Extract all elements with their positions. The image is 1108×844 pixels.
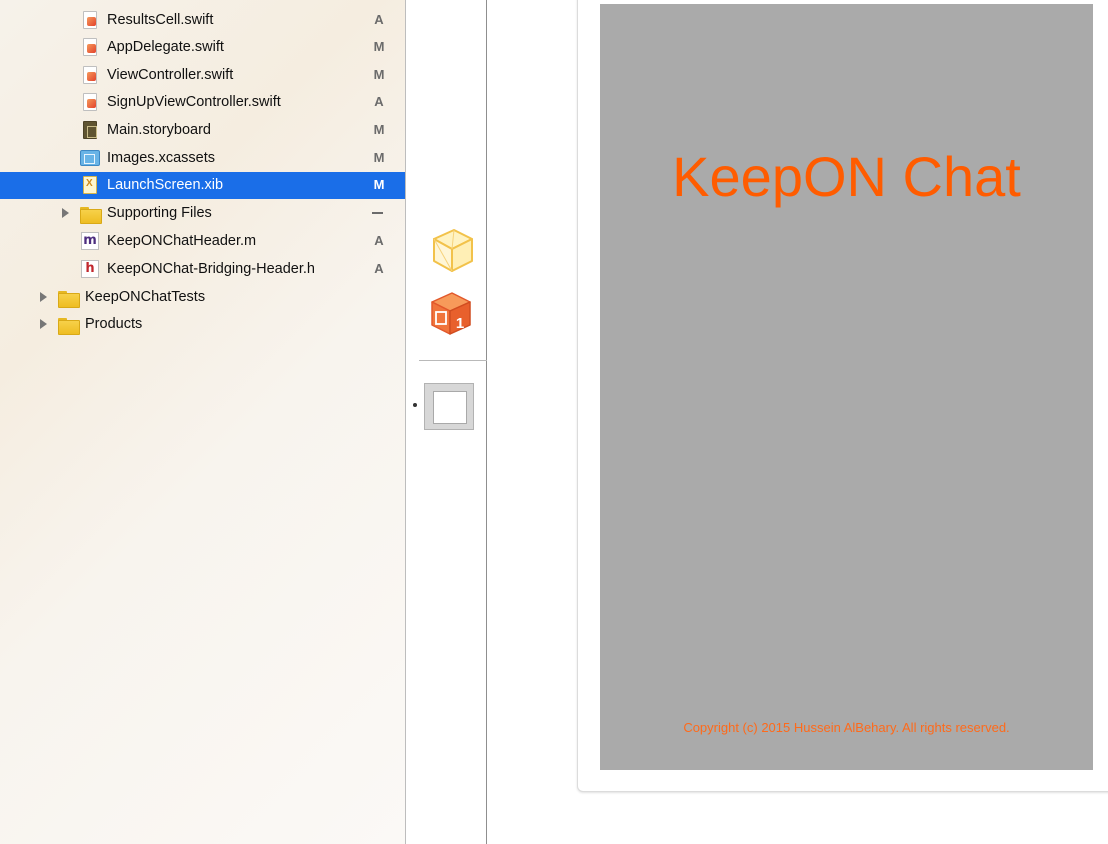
- file-label: ViewController.swift: [107, 67, 234, 83]
- swift-file-icon: [81, 11, 99, 29]
- navigator-item-viewcontroller[interactable]: ViewController.swift M: [0, 62, 405, 88]
- navigator-group-keeponchattests[interactable]: KeepONChatTests: [0, 284, 405, 310]
- file-label: KeepONChat-Bridging-Header.h: [107, 261, 315, 277]
- first-responder-icon[interactable]: 1: [424, 290, 476, 340]
- launch-screen-view[interactable]: KeepON Chat Copyright (c) 2015 Hussein A…: [600, 4, 1093, 770]
- swift-file-icon: [81, 93, 99, 111]
- copyright-label[interactable]: Copyright (c) 2015 Hussein AlBehary. All…: [600, 720, 1093, 735]
- scm-status: M: [373, 150, 385, 165]
- group-label: Products: [85, 316, 143, 332]
- navigator-item-signupviewcontroller[interactable]: SignUpViewController.swift A: [0, 89, 405, 115]
- navigator-group-supporting-files[interactable]: Supporting Files: [0, 200, 405, 226]
- navigator-item-keeponchatheader-m[interactable]: m KeepONChatHeader.m A: [0, 228, 405, 254]
- files-owner-icon[interactable]: [424, 225, 476, 275]
- swift-file-icon: [81, 66, 99, 84]
- folder-icon: [58, 288, 80, 308]
- file-label: AppDelegate.swift: [107, 39, 224, 55]
- scm-status: A: [374, 12, 384, 27]
- asset-catalog-icon: [80, 149, 100, 167]
- scm-status: A: [374, 94, 384, 109]
- scm-status: M: [373, 39, 385, 54]
- navigator-item-resultscell[interactable]: ResultsCell.swift A: [0, 7, 405, 33]
- disclosure-triangle-icon[interactable]: [37, 318, 49, 330]
- scm-status: A: [374, 261, 384, 276]
- navigator-group-products[interactable]: Products: [0, 311, 405, 337]
- navigator-item-launchscreen-xib[interactable]: LaunchScreen.xib M: [0, 172, 405, 199]
- group-label: Supporting Files: [107, 205, 212, 221]
- scm-status-mixed-icon: [372, 212, 383, 214]
- dock-separator: [419, 360, 487, 361]
- file-label: ResultsCell.swift: [107, 12, 214, 28]
- xib-file-icon: [81, 176, 99, 194]
- disclosure-triangle-icon[interactable]: [59, 207, 71, 219]
- h-file-icon: h: [81, 260, 99, 278]
- app-title-label[interactable]: KeepON Chat: [600, 144, 1093, 209]
- folder-icon: [58, 315, 80, 335]
- folder-icon: [80, 204, 102, 224]
- scm-status: A: [374, 233, 384, 248]
- project-navigator: ResultsCell.swift A AppDelegate.swift M …: [0, 0, 406, 844]
- navigator-item-main-storyboard[interactable]: Main.storyboard M: [0, 117, 405, 143]
- document-outline-dock: 1: [407, 0, 487, 844]
- swift-file-icon: [81, 38, 99, 56]
- file-label: Main.storyboard: [107, 122, 211, 138]
- scm-status: M: [373, 177, 385, 192]
- navigator-item-appdelegate[interactable]: AppDelegate.swift M: [0, 34, 405, 60]
- ib-canvas: KeepON Chat Copyright (c) 2015 Hussein A…: [488, 0, 1108, 844]
- scm-status: M: [373, 67, 385, 82]
- view-icon[interactable]: [424, 383, 474, 430]
- file-label: LaunchScreen.xib: [107, 177, 224, 193]
- m-file-icon: m: [81, 232, 99, 250]
- disclosure-triangle-icon[interactable]: [37, 291, 49, 303]
- selection-indicator-dot: [413, 403, 417, 407]
- file-label: SignUpViewController.swift: [107, 94, 281, 110]
- group-label: KeepONChatTests: [85, 289, 206, 305]
- navigator-item-images-xcassets[interactable]: Images.xcassets M: [0, 145, 405, 171]
- first-responder-badge: 1: [456, 315, 464, 332]
- scm-status: M: [373, 122, 385, 137]
- storyboard-file-icon: [81, 121, 99, 139]
- navigator-item-bridging-header[interactable]: h KeepONChat-Bridging-Header.h A: [0, 256, 405, 282]
- file-label: Images.xcassets: [107, 150, 215, 166]
- file-label: KeepONChatHeader.m: [107, 233, 257, 249]
